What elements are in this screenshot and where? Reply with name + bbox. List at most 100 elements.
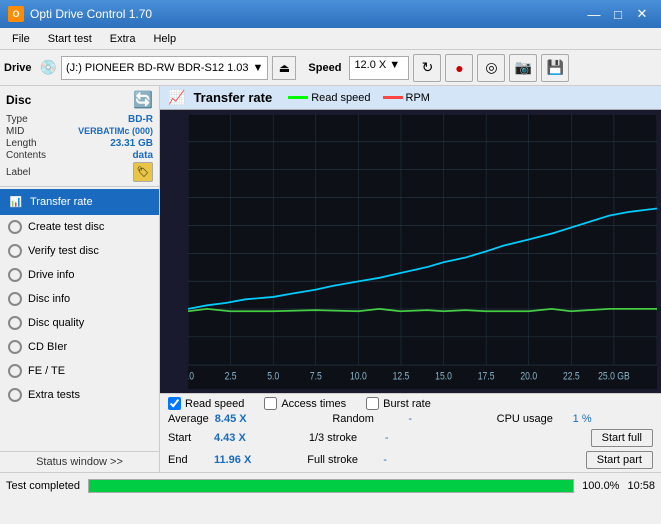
stats-rows: Average 8.45 X Random - CPU usage 1 %: [168, 413, 653, 469]
disc-panel-title: Disc: [6, 93, 31, 107]
burst-rate-checkbox-label: Burst rate: [383, 398, 431, 410]
toolbar: Drive 💿 (J:) PIONEER BD-RW BDR-S12 1.03 …: [0, 50, 661, 86]
nav-disc-info-label: Disc info: [28, 293, 70, 305]
drive-selector[interactable]: (J:) PIONEER BD-RW BDR-S12 1.03 ▼: [61, 56, 268, 80]
disc-refresh-icon[interactable]: 🔄: [133, 90, 153, 110]
nav-disc-quality[interactable]: Disc quality: [0, 311, 159, 335]
verify-test-disc-icon: [8, 244, 22, 258]
chart-icon: 📈: [168, 89, 185, 106]
title-bar: O Opti Drive Control 1.70 — □ ✕: [0, 0, 661, 28]
legend-rpm-label: RPM: [406, 92, 430, 104]
disc-length-row: Length 23.31 GB: [6, 138, 153, 149]
sidebar: Disc 🔄 Type BD-R MID VERBATIMc (000) Len…: [0, 86, 160, 472]
menu-help[interactable]: Help: [145, 31, 184, 47]
read-speed-checkbox[interactable]: [168, 397, 181, 410]
average-value: 8.45 X: [215, 413, 260, 425]
start-full-button[interactable]: Start full: [591, 429, 653, 447]
checkbox-read-speed[interactable]: Read speed: [168, 397, 244, 410]
disc-mid-value: VERBATIMc (000): [78, 126, 153, 137]
camera-button[interactable]: 📷: [509, 54, 537, 82]
checkboxes-row: Read speed Access times Burst rate: [168, 397, 653, 410]
legend-rpm: RPM: [383, 92, 430, 104]
maximize-button[interactable]: □: [607, 5, 629, 23]
access-times-checkbox[interactable]: [264, 397, 277, 410]
nav-disc-quality-label: Disc quality: [28, 317, 84, 329]
chart-title: Transfer rate: [193, 90, 272, 105]
svg-text:0.0: 0.0: [188, 371, 194, 383]
nav-disc-info[interactable]: Disc info: [0, 287, 159, 311]
drive-disc-icon: 💿: [40, 59, 57, 76]
checkbox-access-times[interactable]: Access times: [264, 397, 346, 410]
nav-drive-info-label: Drive info: [28, 269, 74, 281]
legend-rpm-color: [383, 96, 403, 99]
refresh-button[interactable]: ↻: [413, 54, 441, 82]
nav-cd-bier-label: CD BIer: [28, 341, 67, 353]
window-controls: — □ ✕: [583, 5, 653, 23]
one-third-label: 1/3 stroke: [309, 432, 379, 444]
drive-name: (J:) PIONEER BD-RW BDR-S12 1.03: [66, 62, 249, 74]
chart-bottom: Read speed Access times Burst rate Avera…: [160, 393, 661, 472]
menu-file[interactable]: File: [4, 31, 38, 47]
stat-cpu: CPU usage 1 %: [497, 413, 653, 425]
end-value: 11.96 X: [214, 454, 259, 466]
cpu-value: 1 %: [573, 413, 592, 425]
average-label: Average: [168, 413, 209, 425]
speed-selector[interactable]: 12.0 X ▼: [349, 56, 409, 80]
full-stroke-label: Full stroke: [307, 454, 377, 466]
svg-text:10.0: 10.0: [350, 371, 367, 383]
save-button[interactable]: 💾: [541, 54, 569, 82]
start-part-button[interactable]: Start part: [586, 451, 653, 469]
disc-type-row: Type BD-R: [6, 114, 153, 125]
chart-wrapper: 18 X 16 X 14 X 12 X 10 X 8 X 6 X 4 X 2 X…: [160, 110, 661, 393]
full-stroke-value: -: [383, 454, 413, 466]
speed-label: Speed: [308, 62, 341, 74]
nav-cd-bier[interactable]: CD BIer: [0, 335, 159, 359]
nav-create-test-disc[interactable]: Create test disc: [0, 215, 159, 239]
chart-header: 📈 Transfer rate Read speed RPM: [160, 86, 661, 110]
nav-verify-test-disc[interactable]: Verify test disc: [0, 239, 159, 263]
start-value: 4.43 X: [214, 432, 259, 444]
disc-quality-icon: [8, 316, 22, 330]
eject-button[interactable]: ⏏: [272, 56, 296, 80]
menu-start-test[interactable]: Start test: [40, 31, 100, 47]
start-label: Start: [168, 432, 208, 444]
nav-transfer-rate-label: Transfer rate: [30, 196, 93, 208]
disc-button[interactable]: ◎: [477, 54, 505, 82]
app-title: Opti Drive Control 1.70: [30, 7, 152, 21]
extra-tests-icon: [8, 388, 22, 402]
cpu-label: CPU usage: [497, 413, 567, 425]
nav-fe-te[interactable]: FE / TE: [0, 359, 159, 383]
drive-info-icon: [8, 268, 22, 282]
chart-svg: 18 X 16 X 14 X 12 X 10 X 8 X 6 X 4 X 2 X…: [188, 114, 657, 389]
status-window-button[interactable]: Status window >>: [0, 451, 159, 472]
burst-rate-checkbox[interactable]: [366, 397, 379, 410]
disc-type-value: BD-R: [128, 114, 153, 125]
minimize-button[interactable]: —: [583, 5, 605, 23]
app-icon: O: [8, 6, 24, 22]
chart-legend: Read speed RPM: [288, 92, 430, 104]
nav-section: 📊 Transfer rate Create test disc Verify …: [0, 187, 159, 451]
disc-label-row: Label 🏷: [6, 162, 153, 182]
svg-text:12.5: 12.5: [393, 371, 410, 383]
disc-contents-row: Contents data: [6, 150, 153, 161]
nav-verify-test-disc-label: Verify test disc: [28, 245, 99, 257]
burn-button[interactable]: ●: [445, 54, 473, 82]
nav-extra-tests[interactable]: Extra tests: [0, 383, 159, 407]
progress-bar-fill: [89, 480, 573, 492]
main-layout: Disc 🔄 Type BD-R MID VERBATIMc (000) Len…: [0, 86, 661, 472]
stat-start: Start 4.43 X: [168, 432, 301, 444]
svg-text:15.0: 15.0: [435, 371, 452, 383]
close-button[interactable]: ✕: [631, 5, 653, 23]
checkbox-burst-rate[interactable]: Burst rate: [366, 397, 431, 410]
menu-extra[interactable]: Extra: [102, 31, 144, 47]
svg-text:20.0: 20.0: [520, 371, 537, 383]
one-third-value: -: [385, 432, 415, 444]
stat-end: End 11.96 X: [168, 454, 299, 466]
legend-read-label: Read speed: [311, 92, 370, 104]
access-times-checkbox-label: Access times: [281, 398, 346, 410]
nav-drive-info[interactable]: Drive info: [0, 263, 159, 287]
nav-extra-tests-label: Extra tests: [28, 389, 80, 401]
nav-transfer-rate[interactable]: 📊 Transfer rate: [0, 189, 159, 215]
menu-bar: File Start test Extra Help: [0, 28, 661, 50]
label-edit-button[interactable]: 🏷: [133, 162, 153, 182]
